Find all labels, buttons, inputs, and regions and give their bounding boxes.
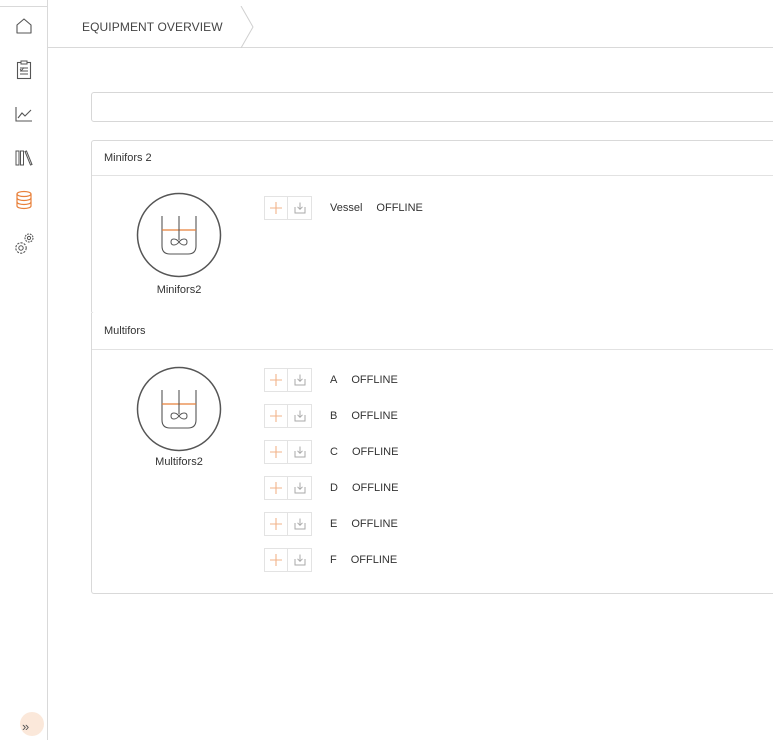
sidebar-top-divider — [0, 6, 47, 7]
download-icon — [294, 410, 305, 422]
plus-icon — [270, 518, 282, 530]
settings-gears-icon — [15, 233, 34, 254]
add-button[interactable] — [264, 440, 288, 464]
equipment-group-multifors: Multifors Multifors2 A OFFLINE B OFFLINE… — [91, 313, 773, 594]
group-title: Multifors — [92, 313, 773, 350]
sidebar-item-protocols[interactable] — [0, 52, 48, 88]
breadcrumb[interactable]: EQUIPMENT OVERVIEW — [82, 20, 223, 34]
download-icon — [294, 554, 305, 566]
sidebar: » — [0, 0, 48, 740]
add-button[interactable] — [264, 548, 288, 572]
reactor-name: Multifors2 — [155, 456, 203, 468]
plus-icon — [270, 446, 282, 458]
unit-row: A OFFLINE — [264, 367, 398, 393]
unit-row: E OFFLINE — [264, 511, 398, 537]
sidebar-item-home[interactable] — [0, 8, 48, 44]
download-button[interactable] — [288, 368, 312, 392]
reactor-vessel-icon[interactable] — [136, 366, 222, 452]
download-icon — [294, 446, 305, 458]
download-button[interactable] — [288, 512, 312, 536]
download-icon — [294, 482, 305, 494]
unit-name[interactable]: E — [330, 518, 337, 530]
search-input[interactable] — [91, 92, 773, 122]
sidebar-expand-button[interactable]: » — [16, 708, 48, 740]
unit-name[interactable]: A — [330, 374, 337, 386]
library-icon — [15, 150, 33, 166]
sidebar-item-equipment[interactable] — [0, 182, 48, 218]
clipboard-icon — [16, 60, 32, 80]
breadcrumb-chevron-icon — [240, 6, 254, 48]
add-button[interactable] — [264, 368, 288, 392]
download-button[interactable] — [288, 404, 312, 428]
download-button[interactable] — [288, 440, 312, 464]
reactor-vessel-icon[interactable] — [136, 192, 222, 278]
plus-icon — [270, 554, 282, 566]
unit-name[interactable]: F — [330, 554, 337, 566]
double-chevron-right-icon: » — [22, 719, 29, 734]
unit-row: B OFFLINE — [264, 403, 398, 429]
add-button[interactable] — [264, 196, 288, 220]
plus-icon — [270, 410, 282, 422]
unit-row: D OFFLINE — [264, 475, 398, 501]
equipment-group-minifors-2: Minifors 2 Minifors2 Vessel OFFLINE — [91, 140, 773, 314]
unit-status: OFFLINE — [351, 446, 399, 458]
plus-icon — [270, 482, 282, 494]
plus-icon — [270, 374, 282, 386]
sidebar-item-library[interactable] — [0, 140, 48, 176]
unit-row: Vessel OFFLINE — [264, 195, 423, 221]
unit-name[interactable]: B — [330, 410, 337, 422]
download-button[interactable] — [288, 196, 312, 220]
sidebar-item-trends[interactable] — [0, 96, 48, 132]
plus-icon — [270, 202, 282, 214]
download-icon — [294, 202, 305, 214]
unit-row: F OFFLINE — [264, 547, 397, 573]
unit-status: OFFLINE — [351, 374, 398, 386]
add-button[interactable] — [264, 404, 288, 428]
download-icon — [294, 374, 305, 386]
unit-status: OFFLINE — [351, 518, 398, 530]
unit-name[interactable]: Vessel — [330, 202, 362, 214]
group-title: Minifors 2 — [92, 141, 773, 176]
sidebar-item-settings[interactable] — [0, 226, 48, 262]
unit-row: C OFFLINE — [264, 439, 398, 465]
reactor-name: Minifors2 — [156, 284, 202, 296]
page-header: EQUIPMENT OVERVIEW — [48, 6, 773, 48]
unit-status: OFFLINE — [376, 202, 423, 214]
unit-status: OFFLINE — [351, 482, 399, 494]
unit-name[interactable]: D — [330, 482, 338, 494]
add-button[interactable] — [264, 512, 288, 536]
unit-name[interactable]: C — [330, 446, 338, 458]
add-button[interactable] — [264, 476, 288, 500]
download-button[interactable] — [288, 548, 312, 572]
unit-status: OFFLINE — [350, 554, 398, 566]
home-icon — [16, 18, 32, 34]
download-icon — [294, 518, 305, 530]
database-icon — [16, 190, 32, 210]
download-button[interactable] — [288, 476, 312, 500]
line-chart-icon — [15, 107, 32, 122]
unit-status: OFFLINE — [351, 410, 398, 422]
